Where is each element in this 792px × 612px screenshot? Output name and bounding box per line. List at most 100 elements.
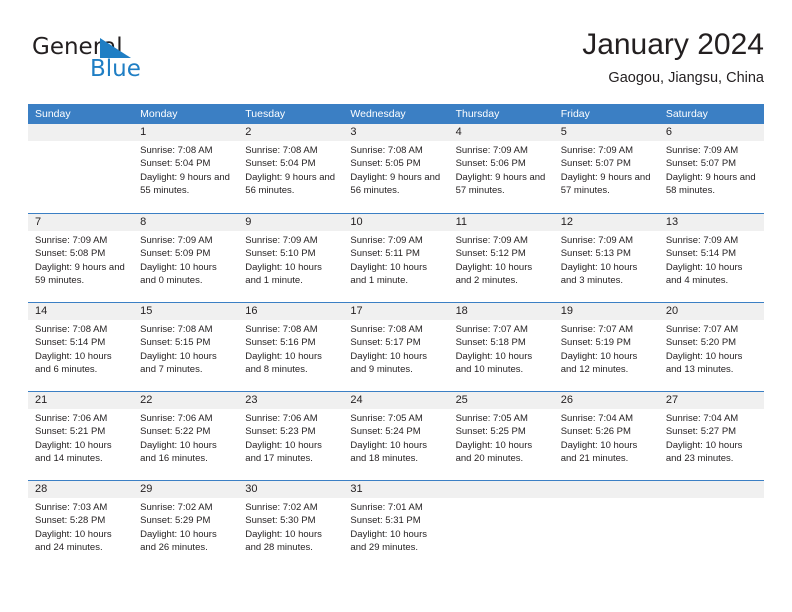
sunrise-text: Sunrise: 7:09 AM (455, 145, 528, 156)
daylight-text: Daylight: 10 hours and 14 minutes. (35, 439, 112, 464)
day-sun-info: Sunrise: 7:09 AM Sunset: 5:07 PM Daylight:… (659, 141, 764, 197)
calendar-day-cell[interactable]: 9 Sunrise: 7:09 AM Sunset: 5:10 PM Daylight… (238, 214, 344, 302)
sunrise-text: Sunrise: 7:08 AM (35, 324, 108, 335)
calendar-day-cell[interactable]: 25 Sunrise: 7:05 AM Sunset: 5:25 PM Dayligh… (448, 392, 554, 480)
calendar-day-cell[interactable]: 20 Sunrise: 7:07 AM Sunset: 5:20 PM Dayligh… (658, 303, 764, 391)
logo-blue-text: Blue (90, 56, 141, 82)
calendar-day-cell[interactable]: 10 Sunrise: 7:09 AM Sunset: 5:11 PM Dayligh… (343, 214, 449, 302)
day-number: 26 (553, 392, 659, 409)
calendar-day-cell[interactable]: 21 Sunrise: 7:06 AM Sunset: 5:21 PM Dayligh… (28, 392, 134, 480)
sunrise-text: Sunrise: 7:09 AM (560, 235, 634, 246)
sunset-text: Sunset: 5:30 PM (245, 515, 316, 527)
sunrise-text: Sunrise: 7:05 AM (350, 413, 423, 424)
day-number: 1 (133, 124, 239, 141)
daylight-text: Daylight: 10 hours and 21 minutes. (560, 439, 638, 464)
calendar-day-cell[interactable]: 14 Sunrise: 7:08 AM Sunset: 5:14 PM Dayligh… (28, 303, 134, 391)
day-sun-info: Sunrise: 7:03 AM Sunset: 5:28 PM Daylight:… (28, 498, 133, 554)
day-number (658, 481, 764, 498)
calendar-day-cell[interactable]: 5 Sunrise: 7:09 AM Sunset: 5:07 PM Daylight… (553, 124, 659, 213)
calendar-day-cell[interactable]: 8 Sunrise: 7:09 AM Sunset: 5:09 PM Daylight… (133, 214, 239, 302)
sunrise-text: Sunrise: 7:09 AM (245, 235, 318, 246)
daylight-text: Daylight: 9 hours and 59 minutes. (35, 261, 125, 286)
calendar-day-cell[interactable]: 29 Sunrise: 7:02 AM Sunset: 5:29 PM Dayligh… (133, 481, 239, 569)
calendar-week-row: 21 Sunrise: 7:06 AM Sunset: 5:21 PM Dayligh… (28, 391, 764, 480)
daylight-text: Daylight: 10 hours and 1 minute. (350, 261, 427, 286)
sunrise-text: Sunrise: 7:09 AM (350, 235, 423, 246)
calendar-day-cell[interactable]: 4 Sunrise: 7:09 AM Sunset: 5:06 PM Daylight… (448, 124, 554, 213)
sunrise-text: Sunrise: 7:06 AM (35, 413, 108, 424)
day-sun-info: Sunrise: 7:06 AM Sunset: 5:22 PM Daylight:… (133, 409, 238, 465)
calendar-day-cell[interactable]: 7 Sunrise: 7:09 AM Sunset: 5:08 PM Daylight… (28, 214, 134, 302)
day-number (553, 481, 659, 498)
calendar-day-cell[interactable]: 18 Sunrise: 7:07 AM Sunset: 5:18 PM Dayligh… (448, 303, 554, 391)
daylight-text: Daylight: 10 hours and 7 minutes. (140, 350, 217, 375)
sunrise-text: Sunrise: 7:07 AM (560, 324, 634, 335)
sunset-text: Sunset: 5:07 PM (665, 158, 737, 170)
daylight-text: Daylight: 10 hours and 17 minutes. (245, 439, 322, 464)
calendar-day-cell[interactable]: 13 Sunrise: 7:09 AM Sunset: 5:14 PM Dayligh… (658, 214, 764, 302)
calendar-day-cell[interactable]: 24 Sunrise: 7:05 AM Sunset: 5:24 PM Dayligh… (343, 392, 449, 480)
calendar-day-cell[interactable]: 31 Sunrise: 7:01 AM Sunset: 5:31 PM Dayligh… (343, 481, 449, 569)
sunset-text: Sunset: 5:09 PM (140, 248, 211, 260)
calendar-day-cell[interactable]: 23 Sunrise: 7:06 AM Sunset: 5:23 PM Dayligh… (238, 392, 344, 480)
daylight-text: Daylight: 10 hours and 18 minutes. (350, 439, 427, 464)
sunrise-text: Sunrise: 7:02 AM (245, 502, 318, 513)
day-number: 16 (238, 303, 344, 320)
weekday-header-monday: Monday (140, 108, 178, 120)
sunset-text: Sunset: 5:05 PM (350, 158, 421, 170)
calendar-day-cell[interactable]: 30 Sunrise: 7:02 AM Sunset: 5:30 PM Dayligh… (238, 481, 344, 569)
weekday-header-thursday: Thursday (455, 108, 500, 120)
calendar-day-cell[interactable]: 16 Sunrise: 7:08 AM Sunset: 5:16 PM Dayligh… (238, 303, 344, 391)
calendar-day-cell[interactable]: 17 Sunrise: 7:08 AM Sunset: 5:17 PM Dayligh… (343, 303, 449, 391)
day-sun-info: Sunrise: 7:08 AM Sunset: 5:04 PM Daylight:… (133, 141, 238, 197)
daylight-text: Daylight: 9 hours and 57 minutes. (560, 171, 651, 196)
calendar-day-cell[interactable]: 28 Sunrise: 7:03 AM Sunset: 5:28 PM Dayligh… (28, 481, 134, 569)
calendar-day-cell[interactable]: 27 Sunrise: 7:04 AM Sunset: 5:27 PM Dayligh… (658, 392, 764, 480)
calendar-day-cell-empty (553, 481, 659, 569)
day-number (28, 124, 134, 141)
sunrise-text: Sunrise: 7:04 AM (560, 413, 634, 424)
calendar-day-cell[interactable]: 6 Sunrise: 7:09 AM Sunset: 5:07 PM Daylight… (658, 124, 764, 213)
day-number: 19 (553, 303, 659, 320)
calendar-day-cell[interactable]: 11 Sunrise: 7:09 AM Sunset: 5:12 PM Dayligh… (448, 214, 554, 302)
calendar-day-cell[interactable]: 1 Sunrise: 7:08 AM Sunset: 5:04 PM Daylight… (133, 124, 239, 213)
general-blue-logo[interactable]: General Blue (32, 34, 232, 90)
day-number: 21 (28, 392, 134, 409)
day-number: 11 (448, 214, 554, 231)
daylight-text: Daylight: 10 hours and 12 minutes. (560, 350, 638, 375)
daylight-text: Daylight: 10 hours and 26 minutes. (140, 528, 217, 553)
calendar-day-cell[interactable]: 2 Sunrise: 7:08 AM Sunset: 5:04 PM Daylight… (238, 124, 344, 213)
sunrise-text: Sunrise: 7:06 AM (245, 413, 318, 424)
calendar-day-cell[interactable]: 3 Sunrise: 7:08 AM Sunset: 5:05 PM Daylight… (343, 124, 449, 213)
calendar-day-cell[interactable]: 15 Sunrise: 7:08 AM Sunset: 5:15 PM Dayligh… (133, 303, 239, 391)
daylight-text: Daylight: 10 hours and 9 minutes. (350, 350, 427, 375)
sunset-text: Sunset: 5:21 PM (35, 426, 106, 438)
calendar-day-cell[interactable]: 26 Sunrise: 7:04 AM Sunset: 5:26 PM Dayligh… (553, 392, 659, 480)
daylight-text: Daylight: 9 hours and 55 minutes. (140, 171, 230, 196)
sunset-text: Sunset: 5:12 PM (455, 248, 526, 260)
day-sun-info: Sunrise: 7:02 AM Sunset: 5:29 PM Daylight:… (133, 498, 238, 554)
daylight-text: Daylight: 10 hours and 28 minutes. (245, 528, 322, 553)
day-number: 3 (343, 124, 449, 141)
sunrise-text: Sunrise: 7:06 AM (140, 413, 213, 424)
daylight-text: Daylight: 10 hours and 10 minutes. (455, 350, 533, 375)
sunset-text: Sunset: 5:10 PM (245, 248, 316, 260)
calendar-page: General Blue January 2024 Gaogou, Jiangs… (0, 0, 792, 612)
calendar-day-cell[interactable]: 22 Sunrise: 7:06 AM Sunset: 5:22 PM Dayligh… (133, 392, 239, 480)
daylight-text: Daylight: 10 hours and 6 minutes. (35, 350, 112, 375)
day-number: 18 (448, 303, 554, 320)
day-number: 4 (448, 124, 554, 141)
day-number: 5 (553, 124, 659, 141)
calendar-day-cell[interactable]: 19 Sunrise: 7:07 AM Sunset: 5:19 PM Dayligh… (553, 303, 659, 391)
calendar-day-cell[interactable]: 12 Sunrise: 7:09 AM Sunset: 5:13 PM Dayligh… (553, 214, 659, 302)
day-number: 14 (28, 303, 134, 320)
day-sun-info: Sunrise: 7:06 AM Sunset: 5:21 PM Daylight:… (28, 409, 133, 465)
sunrise-text: Sunrise: 7:07 AM (665, 324, 739, 335)
sunrise-text: Sunrise: 7:08 AM (350, 324, 423, 335)
calendar-week-row: 1 Sunrise: 7:08 AM Sunset: 5:04 PM Daylight… (28, 124, 764, 213)
day-number: 25 (448, 392, 554, 409)
daylight-text: Daylight: 9 hours and 57 minutes. (455, 171, 546, 196)
sunrise-text: Sunrise: 7:03 AM (35, 502, 108, 513)
sunset-text: Sunset: 5:24 PM (350, 426, 421, 438)
day-number: 28 (28, 481, 134, 498)
